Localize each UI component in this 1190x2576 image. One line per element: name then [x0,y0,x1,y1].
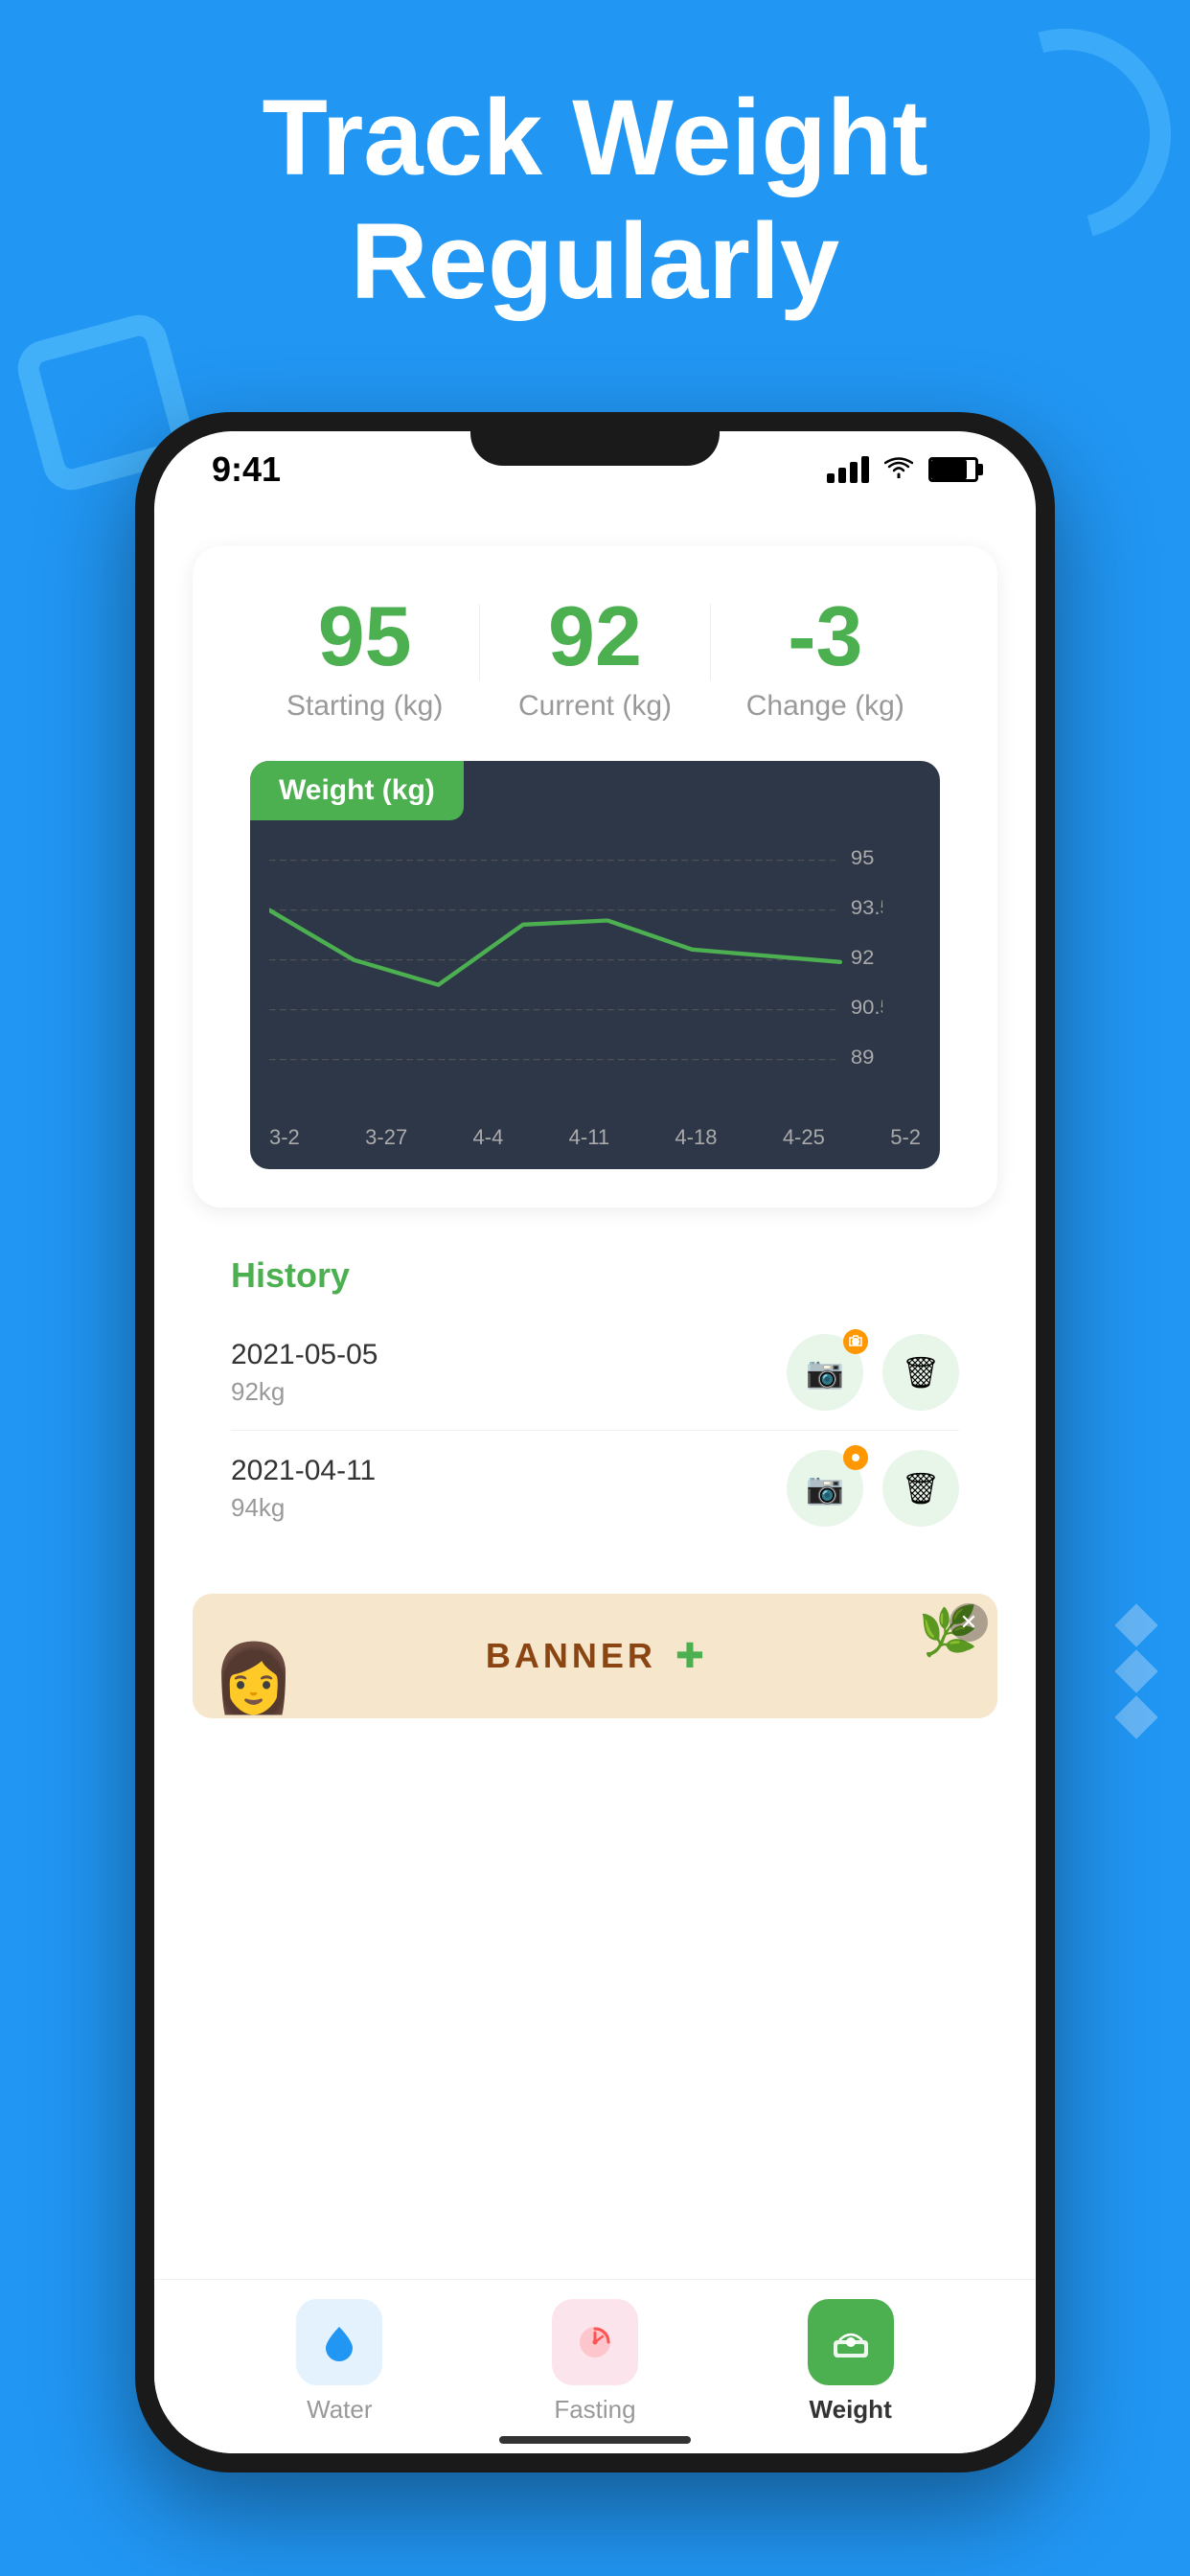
stat-change: -3 Change (kg) [711,594,940,723]
screen-content: 95 Starting (kg) 92 Current (kg) -3 Chan… [154,508,1036,2453]
deco-diamond-2 [1114,1649,1157,1692]
fasting-tab-label: Fasting [554,2395,635,2425]
banner-close-button[interactable]: ✕ [950,1603,988,1642]
delete-button-2[interactable]: 🗑 [882,1450,959,1527]
weight-tab-label: Weight [810,2395,892,2425]
water-tab-icon [296,2299,382,2385]
water-tab-label: Water [307,2395,372,2425]
chart-x-labels: 3-2 3-27 4-4 4-11 4-18 4-25 5-2 [250,1117,940,1150]
tab-water[interactable]: Water [296,2299,382,2425]
svg-text:90.5: 90.5 [851,995,882,1019]
svg-text:92: 92 [851,945,875,969]
chart-svg: 95 93.5 92 90.5 89 [269,840,882,1089]
home-indicator [499,2436,691,2444]
history-info-2: 2021-04-11 94kg [231,1455,376,1523]
history-date-1: 2021-05-05 [231,1339,378,1371]
svg-text:93.5: 93.5 [851,895,882,919]
current-label: Current (kg) [480,690,709,723]
history-section: History 2021-05-05 92kg 📷 [193,1227,997,1575]
stat-current: 92 Current (kg) [480,594,709,723]
history-item: 2021-05-05 92kg 📷 🗑 [231,1315,959,1431]
stats-row: 95 Starting (kg) 92 Current (kg) -3 Chan… [250,594,940,723]
hero-title: Track Weight Regularly [0,77,1190,324]
tab-weight[interactable]: Weight [808,2299,894,2425]
banner-area: 👩 BANNER ✚ 🌿 ✕ [193,1594,997,1718]
banner-girl-icon: 👩 [212,1640,295,1718]
deco-diamonds [1121,1610,1152,1733]
history-weight-1: 92kg [231,1377,378,1407]
history-title: History [231,1255,959,1296]
deco-diamond-1 [1114,1603,1157,1646]
tab-bar: Water Fasting [154,2279,1036,2453]
history-item-2: 2021-04-11 94kg 📷 🗑 [231,1431,959,1546]
signal-bars-icon [827,456,869,483]
wifi-icon [884,454,913,485]
history-actions-1: 📷 🗑 [787,1334,959,1411]
delete-button-1[interactable]: 🗑 [882,1334,959,1411]
stat-starting: 95 Starting (kg) [250,594,479,723]
tab-fasting[interactable]: Fasting [552,2299,638,2425]
weight-tab-icon [808,2299,894,2385]
phone-mockup: 9:41 [135,412,1055,2472]
history-weight-2: 94kg [231,1493,376,1523]
camera-badge-1 [843,1329,868,1354]
deco-diamond-3 [1114,1695,1157,1738]
svg-text:95: 95 [851,845,875,869]
history-actions-2: 📷 🗑 [787,1450,959,1527]
status-icons [827,454,978,485]
history-date-2: 2021-04-11 [231,1455,376,1487]
status-time: 9:41 [212,449,281,490]
camera-button-2[interactable]: 📷 [787,1450,863,1527]
svg-text:89: 89 [851,1045,875,1069]
chart-title: Weight (kg) [279,774,435,806]
starting-value: 95 [250,594,479,678]
current-value: 92 [480,594,709,678]
camera-button-1[interactable]: 📷 [787,1334,863,1411]
change-value: -3 [711,594,940,678]
change-label: Change (kg) [711,690,940,723]
weight-chart: Weight (kg) [250,761,940,1169]
phone-notch [470,412,720,466]
phone-screen: 9:41 [154,431,1036,2453]
banner-plus-icon: ✚ [675,1636,704,1676]
camera-badge-2 [843,1445,868,1470]
chart-area: 95 93.5 92 90.5 89 [250,830,940,1117]
banner-text: BANNER [486,1636,656,1676]
fasting-tab-icon [552,2299,638,2385]
history-info-1: 2021-05-05 92kg [231,1339,378,1407]
chart-header: Weight (kg) [250,761,464,820]
starting-label: Starting (kg) [250,690,479,723]
stats-card: 95 Starting (kg) 92 Current (kg) -3 Chan… [193,546,997,1208]
battery-icon [928,457,978,482]
